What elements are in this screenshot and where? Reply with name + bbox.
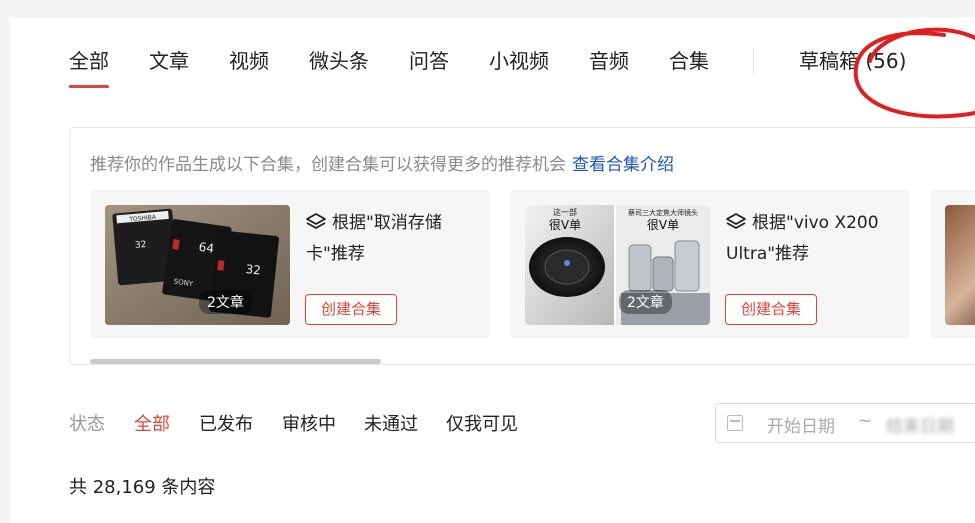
date-range-picker[interactable]: 开始日期 ~ 结束日期 — [715, 403, 975, 443]
total-count: 共 28,169 条内容 — [69, 477, 216, 498]
tab-short-videos[interactable]: 小视频 — [489, 48, 549, 74]
layers-icon — [726, 213, 746, 229]
card-title: 根据"vivo X200 Ultra"推荐 — [726, 208, 901, 270]
recommend-card: 这一部 很V单 蔡司三大定焦大师镜头 很V单 2文章 根据"vivo X200 … — [510, 190, 910, 338]
card-thumbnail — [945, 205, 975, 325]
collection-recommend-box: 推荐你的作品生成以下合集，创建合集可以获得更多的推荐机会 查看合集介绍 TOSHI… — [69, 127, 975, 365]
recommend-card: TOSHIBA 32 64 SONY 32 2文章 根据"取消存储卡"推荐 创建… — [90, 190, 490, 338]
tab-drafts[interactable]: 草稿箱 (56) — [799, 48, 906, 74]
tab-videos[interactable]: 视频 — [229, 48, 269, 74]
card-thumbnail-sd-cards: TOSHIBA 32 64 SONY 32 — [105, 205, 290, 325]
create-collection-button[interactable]: 创建合集 — [725, 294, 817, 325]
tab-all[interactable]: 全部 — [69, 48, 109, 88]
tab-qa[interactable]: 问答 — [409, 48, 449, 74]
create-collection-button[interactable]: 创建合集 — [305, 294, 397, 325]
tab-audio[interactable]: 音频 — [589, 48, 629, 74]
svg-text:很V单: 很V单 — [647, 218, 679, 232]
content-manager-panel: 全部 文章 视频 微头条 问答 小视频 音频 合集 草稿箱 (56) 推荐你的作… — [10, 18, 975, 523]
view-collection-intro-link[interactable]: 查看合集介绍 — [572, 155, 674, 175]
article-count-badge: 2文章 — [199, 290, 252, 314]
tab-collections[interactable]: 合集 — [669, 48, 709, 74]
horizontal-scrollbar[interactable] — [90, 359, 381, 364]
svg-text:蔡司三大定焦大师镜头: 蔡司三大定焦大师镜头 — [628, 208, 698, 217]
tab-articles[interactable]: 文章 — [149, 48, 189, 74]
filter-under-review[interactable]: 审核中 — [282, 410, 336, 436]
filter-private[interactable]: 仅我可见 — [446, 410, 518, 436]
card-title-text: 根据"vivo X200 Ultra"推荐 — [726, 213, 879, 264]
card-title-text: 根据"取消存储卡"推荐 — [306, 213, 442, 264]
end-date-input[interactable]: 结束日期 — [886, 412, 954, 437]
svg-text:32: 32 — [245, 262, 262, 278]
article-count-badge: 2文章 — [619, 290, 672, 314]
status-filter-label: 状态 — [69, 414, 105, 435]
filter-all[interactable]: 全部 — [134, 410, 170, 436]
filter-rejected[interactable]: 未通过 — [364, 410, 418, 436]
card-thumbnail-vivo-phone: 这一部 很V单 蔡司三大定焦大师镜头 很V单 — [525, 205, 710, 325]
svg-text:64: 64 — [198, 240, 215, 256]
date-range-separator: ~ — [858, 411, 873, 431]
svg-text:这一部: 这一部 — [553, 207, 577, 217]
svg-text:很V单: 很V单 — [549, 218, 581, 232]
calendar-icon — [727, 415, 743, 431]
layers-icon — [306, 213, 326, 229]
tab-divider — [753, 48, 754, 74]
recommend-tip-text: 推荐你的作品生成以下合集，创建合集可以获得更多的推荐机会 — [90, 155, 566, 175]
recommend-tip: 推荐你的作品生成以下合集，创建合集可以获得更多的推荐机会 查看合集介绍 — [90, 150, 674, 175]
filter-published[interactable]: 已发布 — [199, 410, 253, 436]
svg-text:32: 32 — [135, 240, 147, 251]
start-date-input[interactable]: 开始日期 — [767, 412, 835, 437]
tab-micro-posts[interactable]: 微头条 — [309, 48, 369, 74]
recommend-card-partial — [930, 190, 975, 338]
hand-drawn-circle-annotation — [853, 27, 975, 119]
card-title: 根据"取消存储卡"推荐 — [306, 208, 481, 270]
